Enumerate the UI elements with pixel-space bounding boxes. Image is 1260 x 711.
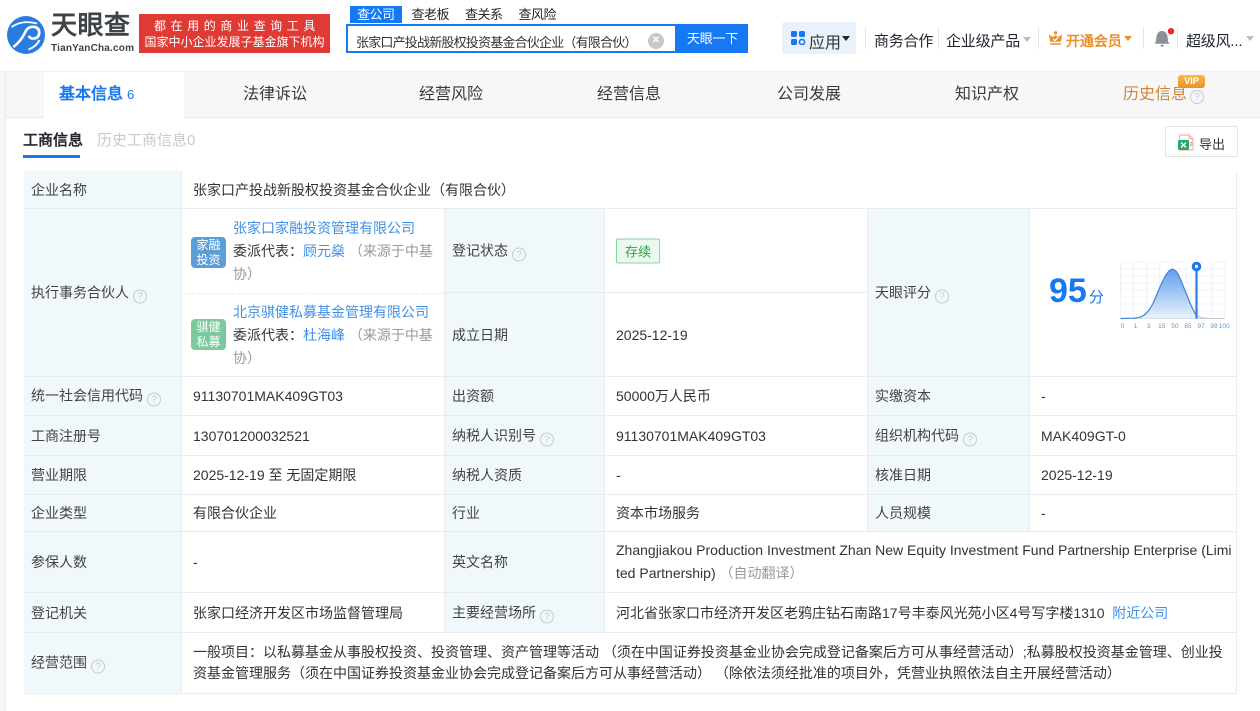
- svg-text:3: 3: [1147, 323, 1151, 330]
- svg-text:85: 85: [1184, 323, 1192, 330]
- svg-text:0: 0: [1121, 323, 1125, 330]
- svg-text:15: 15: [1158, 323, 1166, 330]
- svg-text:99: 99: [1210, 323, 1218, 330]
- svg-text:100: 100: [1219, 323, 1230, 330]
- svg-text:1: 1: [1134, 323, 1138, 330]
- svg-text:97: 97: [1197, 323, 1205, 330]
- svg-text:50: 50: [1171, 323, 1179, 330]
